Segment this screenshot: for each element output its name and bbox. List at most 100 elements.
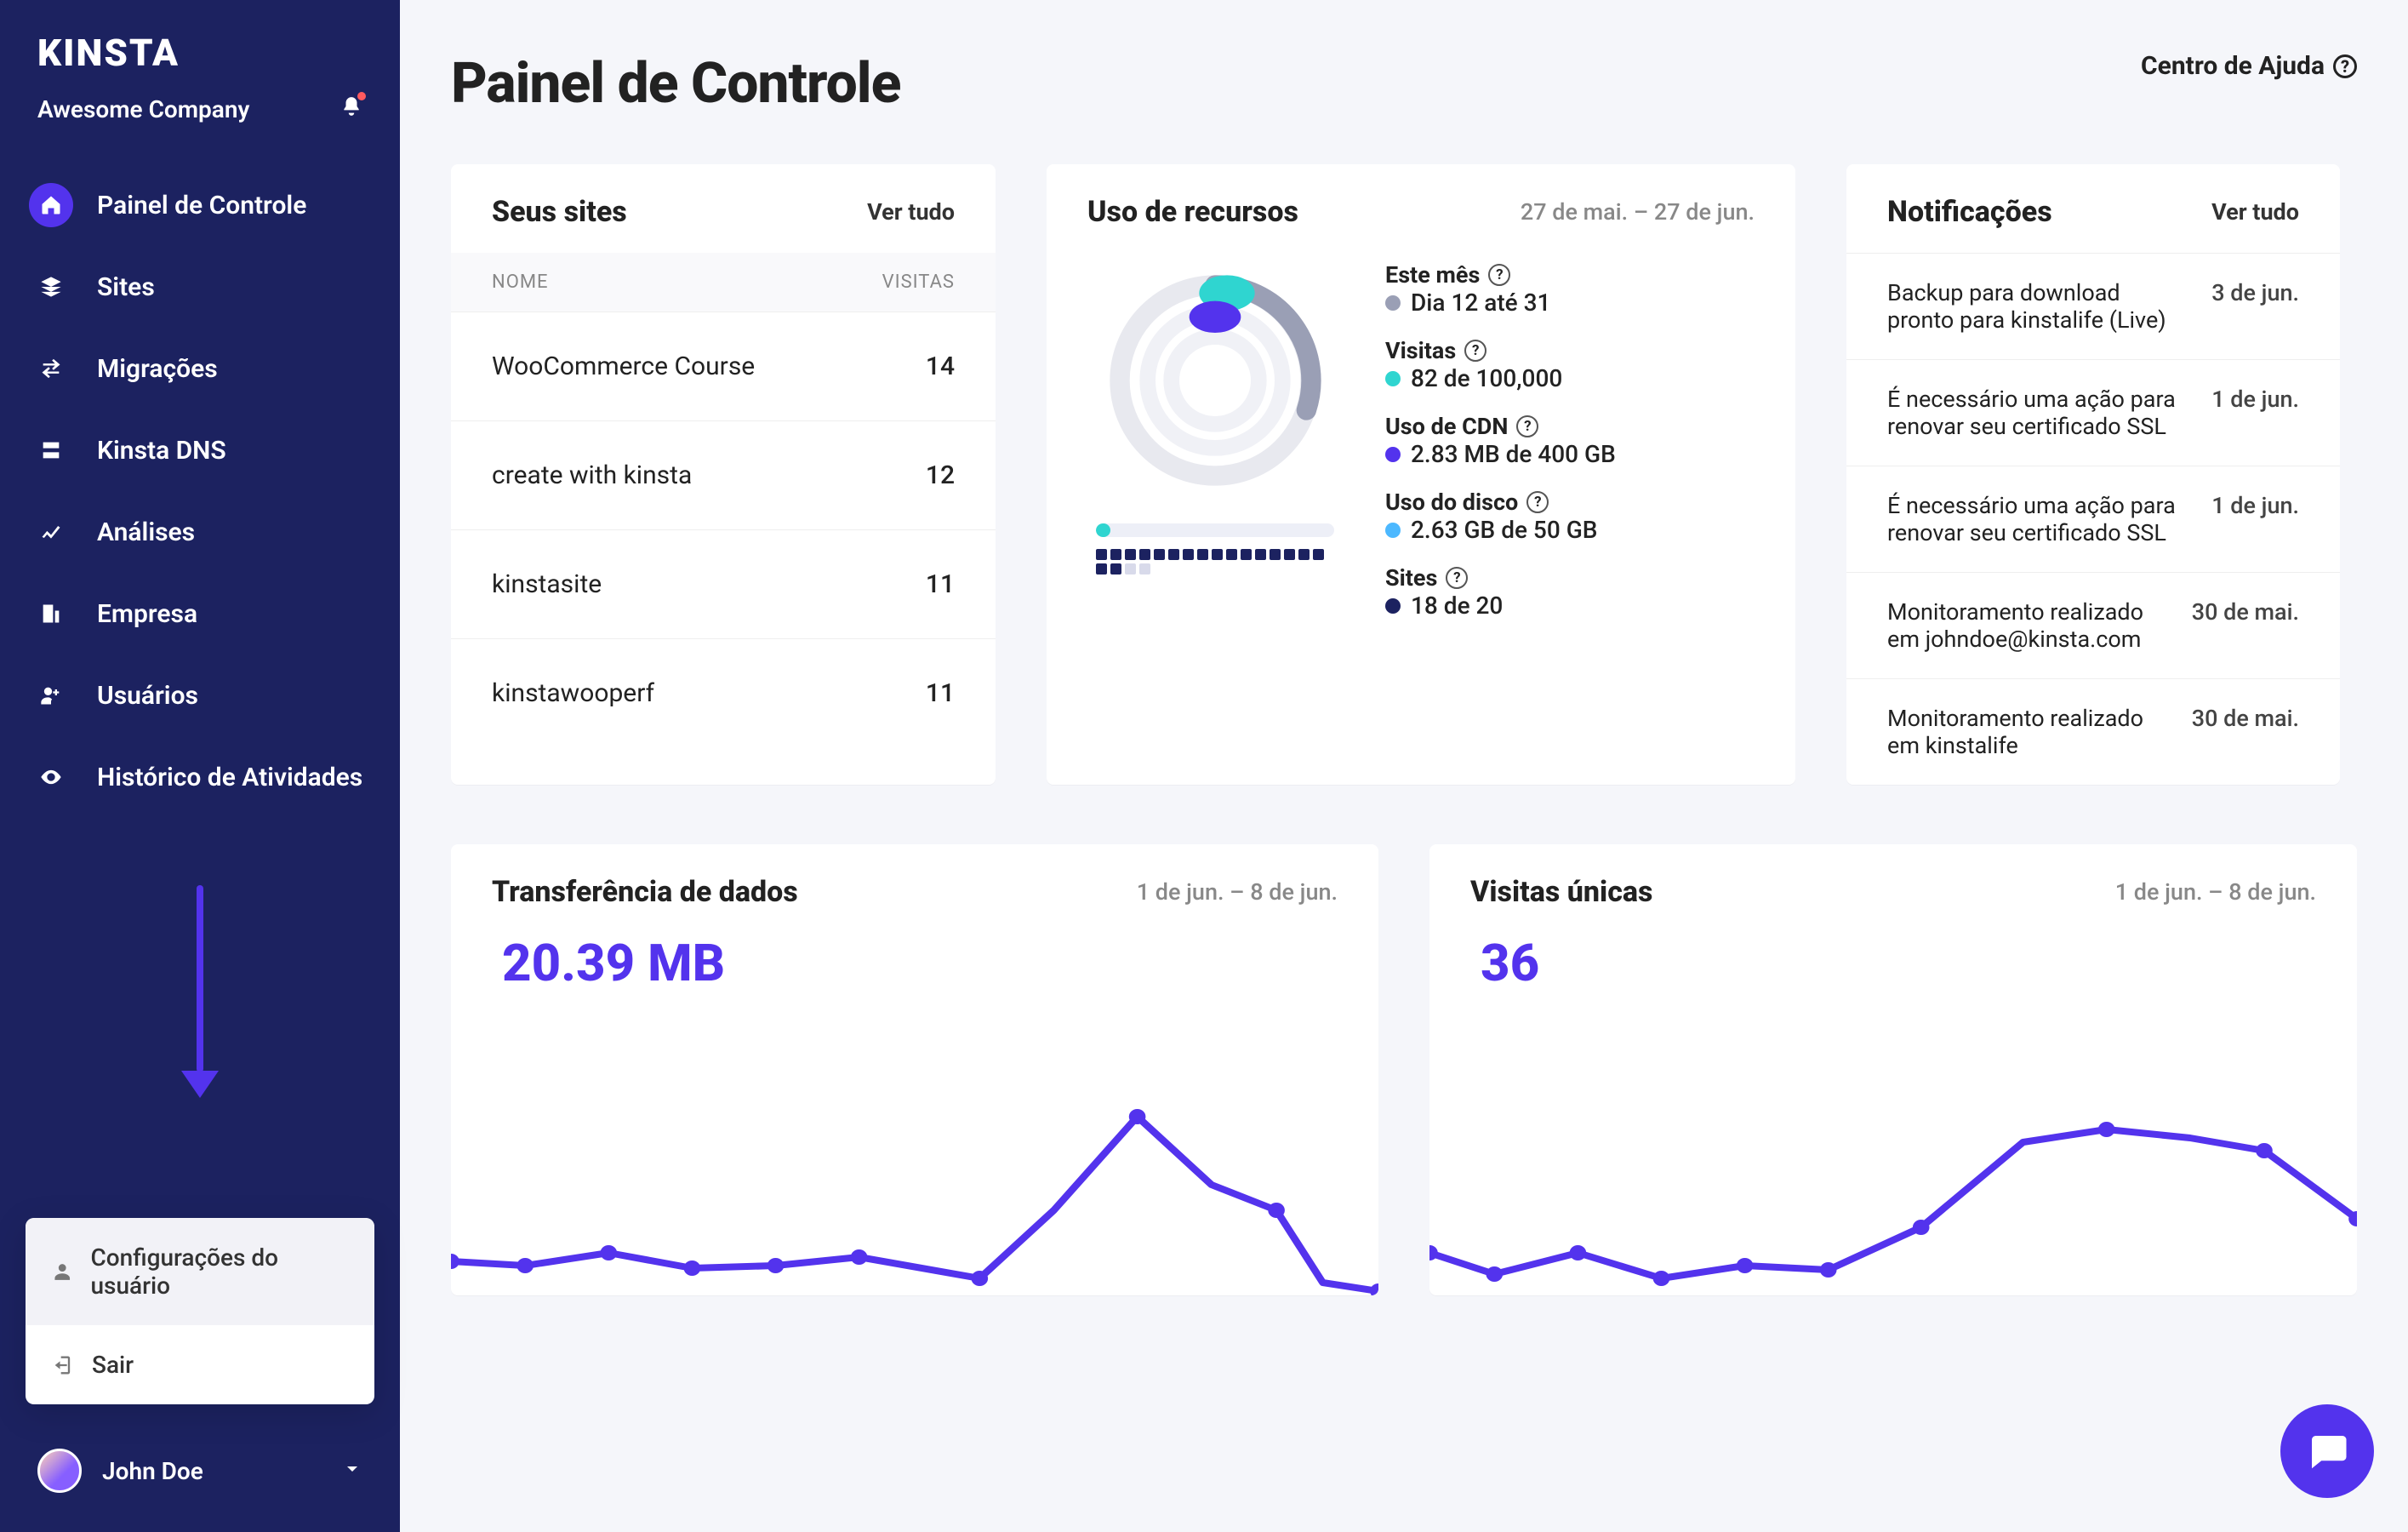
building-icon — [29, 592, 73, 636]
table-row[interactable]: create with kinsta12 — [451, 421, 996, 530]
notification-date: 30 de mai. — [2192, 598, 2299, 653]
arrow-annotation — [181, 885, 219, 1098]
sidebar-item-activity[interactable]: Histórico de Atividades — [0, 736, 400, 818]
notification-date: 1 de jun. — [2211, 386, 2299, 440]
transfer-card-title: Transferência de dados — [492, 875, 798, 909]
transfer-range: 1 de jun. – 8 de jun. — [1137, 878, 1338, 906]
help-icon: ? — [2333, 54, 2357, 78]
site-dots — [1096, 549, 1334, 574]
notification-text: Monitoramento realizado em kinstalife — [1887, 705, 2168, 759]
transfer-chart — [451, 1083, 1378, 1295]
table-row[interactable]: kinstawooperf11 — [451, 639, 996, 748]
chat-bubble-button[interactable] — [2280, 1404, 2374, 1498]
notification-date: 30 de mai. — [2192, 705, 2299, 759]
table-row[interactable]: WooCommerce Course14 — [451, 312, 996, 421]
notification-row[interactable]: Monitoramento realizado em johndoe@kinst… — [1846, 572, 2340, 678]
notification-row[interactable]: Monitoramento realizado em kinstalife 30 … — [1846, 678, 2340, 785]
usage-range: 27 de mai. – 27 de jun. — [1521, 198, 1755, 226]
sidebar-item-dns[interactable]: Kinsta DNS — [0, 409, 400, 491]
month-value: Dia 12 até 31 — [1411, 289, 1550, 317]
notifications-card: Notificações Ver tudo Backup para downlo… — [1846, 164, 2340, 785]
site-name: WooCommerce Course — [451, 312, 827, 421]
notification-dot — [357, 92, 366, 100]
sites-value: 18 de 20 — [1411, 592, 1503, 620]
cdn-label: Uso de CDN ? — [1385, 413, 1616, 440]
notification-date: 1 de jun. — [2211, 492, 2299, 546]
notification-row[interactable]: Backup para download pronto para kinstal… — [1846, 253, 2340, 359]
sites-table: NOME VISITAS WooCommerce Course14create … — [451, 253, 996, 747]
help-link-label: Centro de Ajuda — [2141, 51, 2325, 81]
migrate-icon — [29, 346, 73, 391]
sidebar-item-label: Usuários — [97, 681, 198, 711]
notifications-view-all-link[interactable]: Ver tudo — [2211, 198, 2299, 226]
user-row[interactable]: John Doe — [0, 1423, 400, 1532]
sidebar-item-analytics[interactable]: Análises — [0, 491, 400, 573]
logout-icon — [51, 1353, 75, 1377]
chart-icon — [29, 510, 73, 554]
main-nav: Painel de Controle Sites Migrações Kinst… — [0, 144, 400, 818]
sites-label: Sites ? — [1385, 564, 1616, 592]
sites-view-all-link[interactable]: Ver tudo — [867, 198, 955, 226]
help-icon[interactable]: ? — [1446, 567, 1468, 589]
notifications-card-title: Notificações — [1887, 195, 2052, 229]
notification-text: É necessário uma ação para renovar seu c… — [1887, 492, 2188, 546]
sidebar-item-company[interactable]: Empresa — [0, 573, 400, 655]
sidebar-item-label: Análises — [97, 517, 195, 547]
user-menu-logout-label: Sair — [92, 1351, 134, 1379]
help-link[interactable]: Centro de Ajuda ? — [2141, 51, 2357, 81]
visits-range: 1 de jun. – 8 de jun. — [2115, 878, 2316, 906]
visits-chart — [1429, 1083, 2357, 1295]
site-visits: 11 — [827, 530, 996, 639]
help-icon[interactable]: ? — [1516, 415, 1538, 437]
user-icon — [51, 1260, 73, 1283]
help-icon[interactable]: ? — [1488, 264, 1510, 286]
usage-donut — [1087, 261, 1343, 574]
users-icon — [29, 673, 73, 717]
user-menu-settings[interactable]: Configurações do usuário — [26, 1218, 374, 1325]
site-name: kinstawooperf — [451, 639, 827, 748]
cdn-value: 2.83 MB de 400 GB — [1411, 440, 1616, 468]
sidebar-item-users[interactable]: Usuários — [0, 655, 400, 736]
notification-date: 3 de jun. — [2211, 279, 2299, 334]
notification-row[interactable]: É necessário uma ação para renovar seu c… — [1846, 359, 2340, 466]
help-icon[interactable]: ? — [1526, 491, 1549, 513]
main: Painel de Controle Centro de Ajuda ? Seu… — [400, 0, 2408, 1532]
disk-value: 2.63 GB de 50 GB — [1411, 516, 1597, 544]
company-name: Awesome Company — [37, 95, 249, 123]
dns-icon — [29, 428, 73, 472]
disk-label: Uso do disco ? — [1385, 489, 1616, 516]
user-menu-settings-label: Configurações do usuário — [90, 1243, 349, 1300]
disk-bar — [1096, 523, 1334, 537]
notification-bell-icon[interactable] — [340, 95, 362, 123]
visits-label: Visitas ? — [1385, 337, 1616, 364]
notification-row[interactable]: É necessário uma ação para renovar seu c… — [1846, 466, 2340, 572]
sidebar-item-label: Empresa — [97, 599, 197, 629]
usage-card-title: Uso de recursos — [1087, 195, 1298, 229]
sites-card: Seus sites Ver tudo NOME VISITAS WooComm… — [451, 164, 996, 785]
user-name: John Doe — [102, 1457, 203, 1485]
help-icon[interactable]: ? — [1464, 340, 1486, 362]
sidebar-item-migrations[interactable]: Migrações — [0, 328, 400, 409]
sidebar-item-dashboard[interactable]: Painel de Controle — [0, 164, 400, 246]
site-visits: 11 — [827, 639, 996, 748]
table-row[interactable]: kinstasite11 — [451, 530, 996, 639]
visits-value: 36 — [1429, 933, 2357, 993]
site-visits: 14 — [827, 312, 996, 421]
notification-text: É necessário uma ação para renovar seu c… — [1887, 386, 2188, 440]
sidebar-item-sites[interactable]: Sites — [0, 246, 400, 328]
user-menu-popup: Configurações do usuário Sair — [26, 1218, 374, 1404]
stack-icon — [29, 265, 73, 309]
user-menu-logout[interactable]: Sair — [26, 1325, 374, 1404]
sites-card-title: Seus sites — [492, 195, 627, 229]
brand-logo: KINSTA — [0, 0, 400, 95]
transfer-value: 20.39 MB — [451, 933, 1378, 993]
visits-card-title: Visitas únicas — [1470, 875, 1653, 909]
site-name: create with kinsta — [451, 421, 827, 530]
eye-icon — [29, 755, 73, 799]
site-name: kinstasite — [451, 530, 827, 639]
sites-col-name: NOME — [451, 253, 827, 312]
sidebar-item-label: Sites — [97, 272, 155, 302]
sidebar-item-label: Migrações — [97, 354, 218, 384]
chat-icon — [2304, 1428, 2350, 1474]
sidebar: KINSTA Awesome Company Painel de Control… — [0, 0, 400, 1532]
